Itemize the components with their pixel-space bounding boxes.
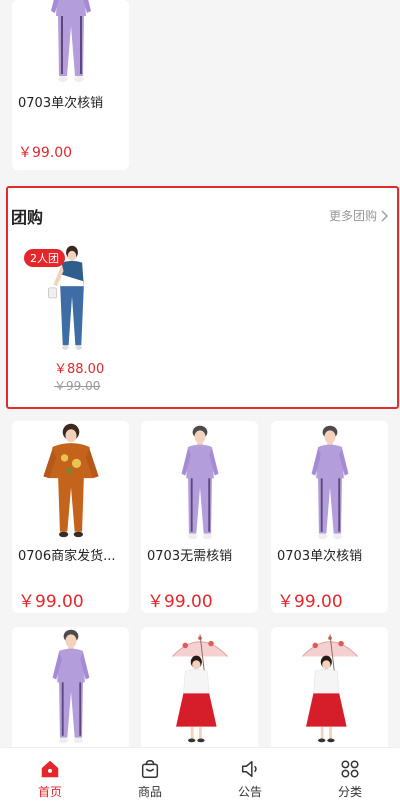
product-image: [141, 627, 258, 745]
product-image: [12, 0, 129, 84]
product-card[interactable]: [12, 627, 129, 757]
product-price: ￥99.00: [147, 592, 213, 612]
group-buy-section: 团购 更多团购 2人团 ￥88.00 ￥99.00: [6, 186, 399, 409]
bottom-tab-bar: 首页 商品 公告 分类: [0, 747, 400, 803]
grid-icon: [341, 760, 359, 778]
product-image: [12, 421, 129, 539]
product-name: 0703单次核销: [18, 96, 104, 111]
home-icon: [41, 760, 59, 778]
tab-categories[interactable]: 分类: [300, 748, 400, 803]
product-card[interactable]: [271, 627, 388, 757]
group-buy-price: ￥88.00: [54, 362, 105, 377]
tab-home-label: 首页: [37, 785, 62, 799]
tab-products[interactable]: 商品: [100, 748, 200, 803]
product-card[interactable]: [141, 627, 258, 757]
product-price: ￥99.00: [18, 592, 84, 612]
product-card[interactable]: 0703单次核销 ￥99.00: [271, 421, 388, 613]
product-name: 0703单次核销: [277, 549, 363, 564]
tab-home[interactable]: 首页: [0, 748, 100, 803]
tab-announcements-label: 公告: [237, 785, 262, 799]
tab-categories-label: 分类: [337, 785, 362, 799]
product-name: 0703无需核销: [147, 549, 233, 564]
group-buy-title: 团购: [11, 208, 44, 227]
more-group-buy-link[interactable]: 更多团购: [329, 207, 389, 224]
product-image: [271, 627, 388, 745]
tab-announcements[interactable]: 公告: [200, 748, 300, 803]
chevron-right-icon: [381, 210, 388, 221]
product-name: 0706商家发货...: [18, 549, 116, 564]
product-image: [271, 423, 388, 541]
bag-icon: [141, 760, 159, 778]
product-image: [141, 423, 258, 541]
product-card[interactable]: 0703单次核销 ￥99.00: [12, 0, 129, 170]
product-price: ￥99.00: [18, 145, 73, 161]
product-card[interactable]: 0703无需核销 ￥99.00: [141, 421, 258, 613]
group-buy-original-price: ￥99.00: [54, 379, 101, 393]
more-group-buy-label: 更多团购: [328, 209, 377, 223]
tab-products-label: 商品: [137, 785, 162, 799]
speaker-icon: [241, 760, 257, 778]
product-image: [12, 627, 129, 745]
group-size-badge: 2人团: [24, 249, 65, 267]
product-price: ￥99.00: [277, 592, 343, 612]
product-card[interactable]: 0706商家发货... ￥99.00: [12, 421, 129, 613]
